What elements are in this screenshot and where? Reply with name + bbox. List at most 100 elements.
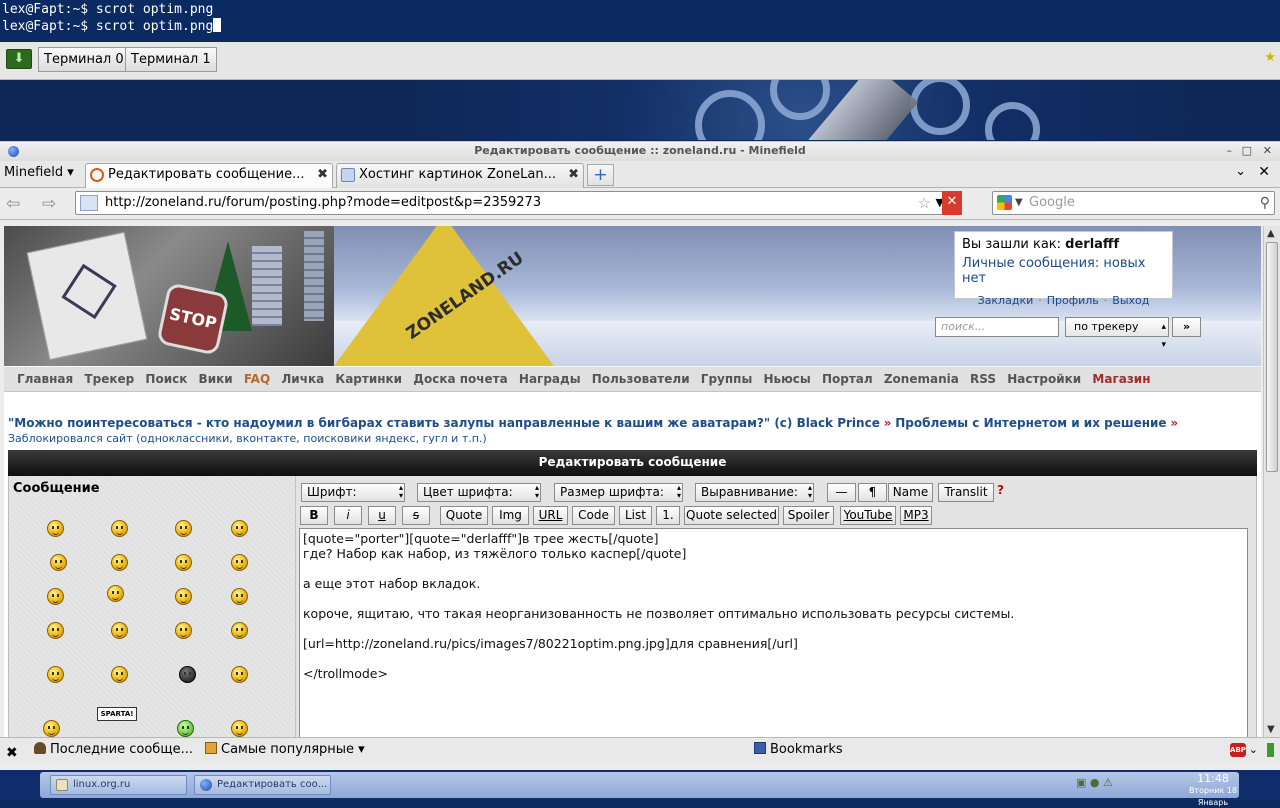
menu-item-settings[interactable]: Настройки: [1007, 372, 1081, 386]
forward-arrow-icon[interactable]: ⇨: [42, 194, 56, 214]
help-link[interactable]: ?: [997, 483, 1004, 497]
message-textarea[interactable]: [quote="porter"][quote="derlafff"]в трее…: [299, 528, 1248, 737]
site-search-input[interactable]: поиск...: [935, 317, 1059, 337]
window-titlebar[interactable]: Редактировать сообщение :: zoneland.ru -…: [0, 142, 1280, 161]
private-messages-link[interactable]: Личные сообщения: новых нет: [962, 256, 1165, 286]
quote-button[interactable]: Quote: [440, 506, 488, 525]
bookmark-most-popular[interactable]: Самые популярные ▾: [205, 738, 365, 762]
terminal-window[interactable]: lex@Fapt:~$ scrot optim.png lex@Fapt:~$ …: [0, 0, 1280, 42]
url-button[interactable]: URL: [533, 506, 568, 525]
font-select[interactable]: Шрифт: ▴ ▾: [301, 483, 405, 502]
menu-item-tracker[interactable]: Трекер: [84, 372, 134, 386]
smiley-icon[interactable]: [111, 622, 128, 639]
smiley-icon[interactable]: [47, 588, 64, 605]
menu-item-zonemania[interactable]: Zonemania: [884, 372, 959, 386]
smiley-icon[interactable]: [175, 588, 192, 605]
green-smiley-icon[interactable]: [177, 720, 194, 737]
tab-close-icon[interactable]: ✖: [317, 164, 328, 186]
smiley-icon[interactable]: [231, 666, 248, 683]
back-arrow-icon[interactable]: ⇦: [6, 194, 20, 214]
smiley-icon[interactable]: [175, 622, 192, 639]
menu-item-honor-board[interactable]: Доска почета: [413, 372, 507, 386]
network-icon[interactable]: ▣: [1076, 776, 1086, 789]
menu-item-portal[interactable]: Портал: [822, 372, 873, 386]
sparta-smiley-sign[interactable]: SPARTA!: [97, 707, 137, 721]
web-search-box[interactable]: ▼ Google ⚲: [992, 191, 1275, 215]
smiley-icon[interactable]: [47, 666, 64, 683]
underline-button[interactable]: u: [368, 506, 396, 525]
smiley-icon[interactable]: [50, 554, 67, 571]
logout-link[interactable]: Выход: [1112, 294, 1149, 307]
smiley-icon[interactable]: [47, 622, 64, 639]
page-scrollbar[interactable]: ▲ ▼: [1263, 226, 1280, 737]
list-button[interactable]: List: [619, 506, 652, 525]
code-button[interactable]: Code: [572, 506, 615, 525]
bookmarks-menu[interactable]: Bookmarks: [754, 738, 843, 762]
bookmark-recent-posts[interactable]: Последние сообще...: [34, 738, 193, 762]
smiley-icon[interactable]: [47, 520, 64, 537]
url-bar[interactable]: http://zoneland.ru/forum/posting.php?mod…: [75, 191, 962, 215]
bold-button[interactable]: B: [300, 506, 328, 525]
new-tab-button[interactable]: +: [587, 164, 614, 186]
tab-zoneland-hosting[interactable]: Хостинг картинок ZoneLan... ✖: [336, 163, 584, 188]
quote-selected-button[interactable]: Quote selected: [684, 506, 779, 525]
tab-close-icon[interactable]: ✖: [568, 164, 579, 186]
smiley-icon[interactable]: [175, 520, 192, 537]
smiley-icon[interactable]: [231, 622, 248, 639]
adblock-icon[interactable]: ABP: [1230, 743, 1246, 757]
menu-item-awards[interactable]: Награды: [519, 372, 581, 386]
smiley-icon[interactable]: [111, 554, 128, 571]
username-link[interactable]: derlafff: [1065, 237, 1119, 252]
breadcrumb-section-link[interactable]: Проблемы с Интернетом и их решение: [895, 416, 1166, 430]
search-scope-select[interactable]: по трекеру ▴ ▾: [1065, 317, 1169, 350]
task-linux-org-ru[interactable]: linux.org.ru: [50, 775, 187, 795]
youtube-button[interactable]: YouTube: [840, 506, 896, 525]
bookmarks-link[interactable]: Закладки: [978, 294, 1034, 307]
status-icon[interactable]: ●: [1090, 776, 1100, 789]
search-engine-chevron-icon[interactable]: ▼: [1015, 192, 1023, 214]
bomb-smiley-icon[interactable]: [179, 666, 196, 683]
close-tab-icon[interactable]: ✕: [1258, 164, 1270, 180]
italic-button[interactable]: i: [334, 506, 362, 525]
tab-list-chevron-icon[interactable]: ⌄: [1235, 164, 1246, 179]
menu-item-groups[interactable]: Группы: [701, 372, 753, 386]
smiley-icon[interactable]: [111, 520, 128, 537]
strikethrough-button[interactable]: s: [402, 506, 430, 525]
numbered-list-button[interactable]: 1.: [656, 506, 680, 525]
menu-item-faq[interactable]: FAQ: [244, 372, 270, 386]
terminal-tab-0[interactable]: Терминал 0: [38, 47, 130, 72]
download-arrow-icon[interactable]: ⬇: [6, 49, 32, 69]
clock[interactable]: 11:48 Вторник 18 Январь: [1178, 773, 1248, 808]
dash-button[interactable]: —: [827, 483, 856, 502]
browser-logo-icon[interactable]: [8, 146, 19, 157]
site-identity-icon[interactable]: [80, 195, 98, 211]
scrollbar-thumb[interactable]: [1266, 242, 1278, 472]
search-icon[interactable]: ⚲: [1260, 192, 1270, 214]
menu-item-pm[interactable]: Личка: [281, 372, 324, 386]
profile-link[interactable]: Профиль: [1047, 294, 1099, 307]
search-go-button[interactable]: »: [1172, 317, 1201, 337]
smiley-icon[interactable]: [231, 554, 248, 571]
paragraph-button[interactable]: ¶: [858, 483, 887, 502]
menu-item-users[interactable]: Пользователи: [592, 372, 690, 386]
smiley-icon[interactable]: [231, 588, 248, 605]
maximize-icon[interactable]: □: [1242, 142, 1252, 160]
tab-edit-post[interactable]: Редактировать сообщение... ✖: [85, 163, 333, 188]
menu-item-shop[interactable]: Магазин: [1092, 372, 1150, 386]
translit-button[interactable]: Translit: [938, 483, 994, 502]
font-size-select[interactable]: Размер шрифта: ▴ ▾: [554, 483, 683, 502]
smiley-icon[interactable]: [231, 720, 248, 737]
scroll-down-arrow-icon[interactable]: ▼: [1267, 724, 1275, 735]
mp3-button[interactable]: MP3: [900, 506, 932, 525]
close-icon[interactable]: ✕: [1263, 142, 1272, 160]
adblock-chevron-icon[interactable]: ⌄: [1249, 738, 1258, 762]
img-button[interactable]: Img: [492, 506, 529, 525]
google-logo-icon[interactable]: [997, 195, 1012, 210]
task-edit-post[interactable]: Редактировать соо...: [194, 775, 331, 795]
spoiler-button[interactable]: Spoiler: [783, 506, 834, 525]
bookmark-star-icon[interactable]: ☆: [918, 192, 931, 214]
smiley-icon[interactable]: [43, 720, 60, 737]
menu-item-search[interactable]: Поиск: [145, 372, 187, 386]
name-button[interactable]: Name: [888, 483, 933, 502]
terminal-tab-1[interactable]: Терминал 1: [125, 47, 217, 72]
